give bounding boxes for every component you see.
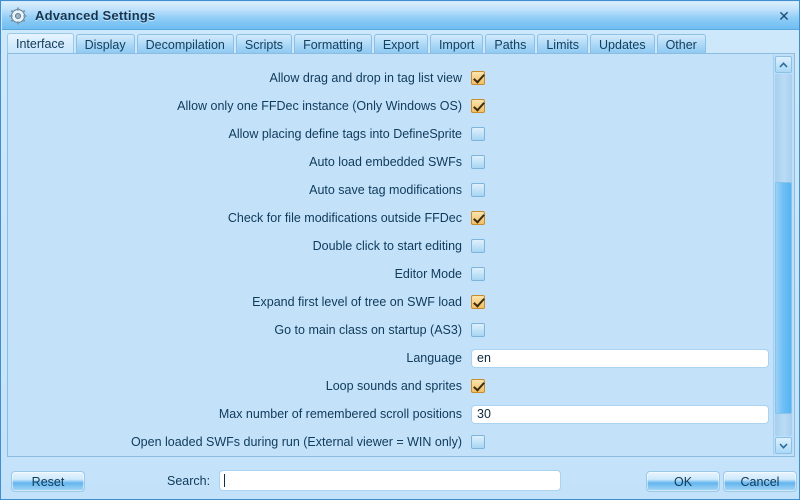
setting-checkbox[interactable]: [471, 239, 485, 253]
setting-row: Auto load embedded SWFs: [10, 148, 772, 176]
setting-checkbox[interactable]: [471, 435, 485, 449]
setting-row: Auto save tag modifications: [10, 176, 772, 204]
setting-row: Allow drag and drop in tag list view: [10, 64, 772, 92]
settings-panel: Allow drag and drop in tag list view Allo…: [7, 53, 795, 457]
setting-row: Go to main class on startup (AS3): [10, 316, 772, 344]
tab-updates[interactable]: Updates: [590, 34, 655, 54]
setting-checkbox[interactable]: [471, 295, 485, 309]
tab-paths[interactable]: Paths: [485, 34, 536, 54]
tab-decompilation[interactable]: Decompilation: [136, 34, 234, 54]
setting-label: Check for file modifications outside FFD…: [227, 211, 462, 225]
vertical-scrollbar[interactable]: [773, 55, 793, 455]
setting-row: Loop sounds and sprites: [10, 372, 772, 400]
tab-label: Interface: [16, 37, 65, 51]
setting-row: Language en: [10, 344, 772, 372]
setting-text-field[interactable]: 30: [471, 404, 769, 424]
search-label: Search:: [167, 474, 211, 488]
setting-checkbox[interactable]: [471, 183, 485, 197]
setting-checkbox[interactable]: [471, 323, 485, 337]
setting-checkbox[interactable]: [471, 155, 485, 169]
setting-row: Max number of remembered scroll position…: [10, 400, 772, 428]
tab-label: Export: [382, 37, 419, 52]
tab-label: Paths: [494, 37, 527, 52]
cancel-button[interactable]: Cancel: [723, 471, 797, 492]
tab-label: Updates: [599, 37, 646, 52]
tab-label: Import: [438, 37, 475, 52]
chevron-down-icon: [779, 442, 788, 449]
tab-label: Scripts: [244, 37, 284, 52]
ok-button[interactable]: OK: [646, 471, 720, 492]
setting-row: Double click to start editing: [10, 232, 772, 260]
setting-row: Allow placing define tags into DefineSpr…: [10, 120, 772, 148]
tab-import[interactable]: Import: [429, 34, 484, 54]
tab-strip: Interface Display Decompilation Scripts Form…: [7, 32, 797, 54]
search-input[interactable]: [219, 470, 561, 491]
text-caret: [224, 474, 225, 487]
setting-label: Auto save tag modifications: [309, 183, 462, 197]
close-icon[interactable]: ✕: [774, 7, 794, 25]
chevron-up-icon: [779, 61, 788, 68]
setting-text-value: 30: [477, 407, 491, 421]
title-bar: Advanced Settings ✕: [2, 2, 799, 30]
tab-display[interactable]: Display: [75, 34, 135, 54]
setting-label: Go to main class on startup (AS3): [274, 323, 462, 337]
settings-list: Allow drag and drop in tag list view Allo…: [10, 56, 772, 454]
reset-button[interactable]: Reset: [11, 471, 85, 492]
tab-label: Display: [84, 37, 126, 52]
setting-checkbox[interactable]: [471, 211, 485, 225]
tab-export[interactable]: Export: [373, 34, 428, 54]
scrollbar-track[interactable]: [775, 74, 792, 436]
gear-icon: [9, 7, 27, 24]
tab-scripts[interactable]: Scripts: [235, 34, 293, 54]
setting-row: Open loaded SWFs during run (External vi…: [10, 428, 772, 454]
setting-checkbox[interactable]: [471, 267, 485, 281]
setting-checkbox[interactable]: [471, 379, 485, 393]
advanced-settings-window: Advanced Settings ✕ Interface Display Deco…: [0, 0, 800, 500]
setting-label: Double click to start editing: [312, 239, 462, 253]
scroll-up-button[interactable]: [775, 56, 792, 73]
setting-checkbox[interactable]: [471, 99, 485, 113]
setting-text-value: en: [477, 351, 491, 365]
window-title: Advanced Settings: [35, 8, 156, 23]
setting-label: Language: [406, 351, 462, 365]
tab-label: Limits: [546, 37, 580, 52]
tab-limits[interactable]: Limits: [537, 34, 589, 54]
setting-label: Auto load embedded SWFs: [309, 155, 462, 169]
settings-rows: Allow drag and drop in tag list view Allo…: [10, 64, 772, 454]
setting-label: Allow only one FFDec instance (Only Wind…: [177, 99, 462, 113]
setting-label: Open loaded SWFs during run (External vi…: [130, 435, 462, 449]
setting-label: Allow drag and drop in tag list view: [269, 71, 462, 85]
setting-row: Editor Mode: [10, 260, 772, 288]
setting-label: Max number of remembered scroll position…: [218, 407, 462, 421]
tab-label: Other: [665, 37, 697, 52]
setting-label: Expand first level of tree on SWF load: [252, 295, 462, 309]
setting-row: Allow only one FFDec instance (Only Wind…: [10, 92, 772, 120]
tab-formatting[interactable]: Formatting: [294, 34, 372, 54]
setting-label: Editor Mode: [394, 267, 462, 281]
scrollbar-thumb[interactable]: [775, 182, 792, 414]
tab-label: Formatting: [303, 37, 363, 52]
setting-label: Loop sounds and sprites: [325, 379, 462, 393]
tab-label: Decompilation: [145, 37, 225, 52]
setting-text-field[interactable]: en: [471, 348, 769, 368]
tab-other[interactable]: Other: [656, 34, 706, 54]
tab-interface[interactable]: Interface: [7, 33, 74, 54]
setting-checkbox[interactable]: [471, 71, 485, 85]
setting-checkbox[interactable]: [471, 127, 485, 141]
setting-label: Allow placing define tags into DefineSpr…: [228, 127, 462, 141]
setting-row: Expand first level of tree on SWF load: [10, 288, 772, 316]
scroll-down-button[interactable]: [775, 437, 792, 454]
setting-row: Check for file modifications outside FFD…: [10, 204, 772, 232]
